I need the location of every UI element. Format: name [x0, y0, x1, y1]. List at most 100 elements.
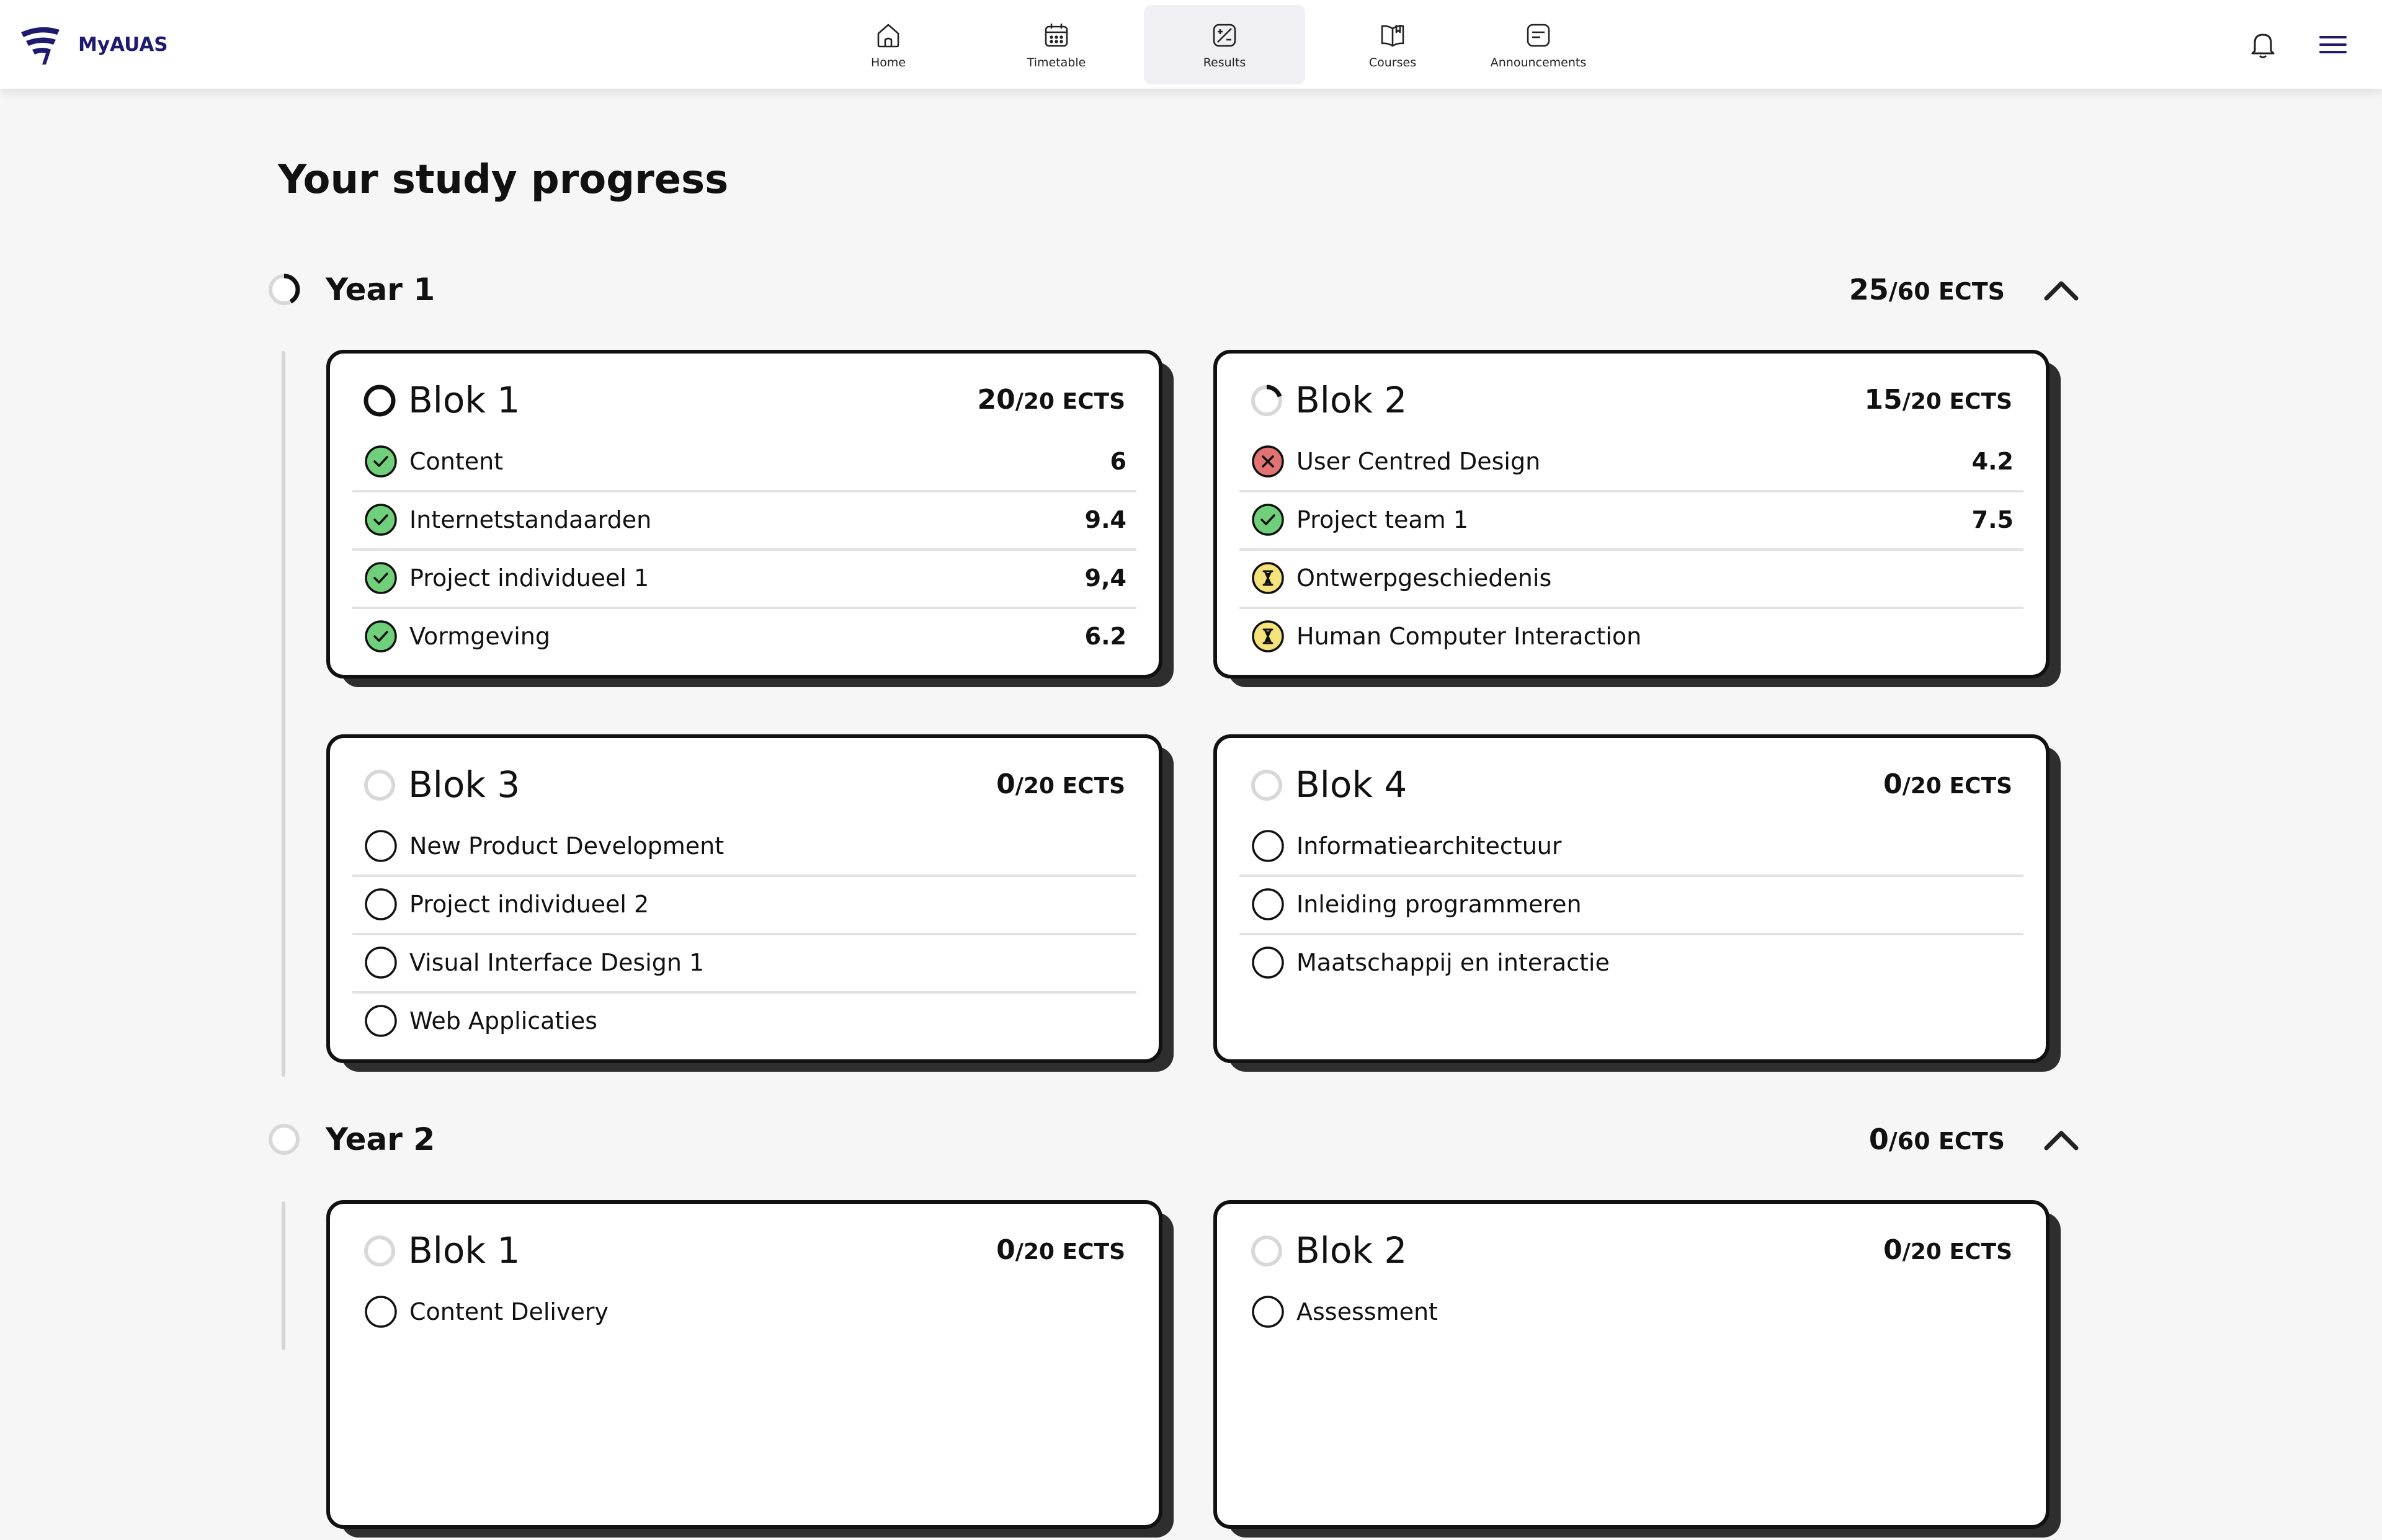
bell-icon[interactable]: [2246, 27, 2280, 62]
ects-earned: 0: [1868, 1123, 1889, 1156]
course-name: Web Applicaties: [409, 1007, 598, 1035]
ring-track: [269, 1124, 300, 1155]
results-icon: [1213, 24, 1236, 47]
page-title: Your study progress: [278, 157, 729, 203]
card-body: Blok 2 0/20 ECTS Assessment: [1213, 1200, 2050, 1529]
chevron-up-icon[interactable]: [2041, 272, 2081, 307]
block-ects: 0/20 ECTS: [1883, 757, 2012, 818]
course-row[interactable]: Inleiding programmeren: [1239, 877, 2023, 935]
year-title: Year 1: [326, 272, 435, 308]
chevron-up-icon[interactable]: [2041, 1122, 2081, 1157]
status-not-started-icon: [365, 1296, 397, 1328]
course-name: Maatschappij en interactie: [1296, 949, 1610, 976]
course-name: Informatiearchitectuur: [1296, 832, 1562, 860]
ring-track: [1251, 770, 1282, 801]
block-title: Blok 2: [1295, 1229, 1407, 1271]
course-name: Project individueel 2: [409, 891, 649, 918]
ects-earned: 25: [1849, 273, 1889, 306]
ects-earned: 0: [1883, 1234, 1902, 1266]
course-list: User Centred Design 4.2 Project team 1 7.5 O…: [1239, 434, 2023, 665]
course-name: Project team 1: [1296, 506, 1468, 533]
status-passed-icon: [365, 562, 397, 594]
ects-total: /20 ECTS: [1015, 1239, 1125, 1265]
year-ects: 25/60 ECTS: [1849, 265, 2005, 321]
book-icon: [1381, 25, 1404, 47]
course-list: Content Delivery: [352, 1284, 1136, 1340]
ring-track: [1251, 1235, 1282, 1266]
year-title: Year 2: [326, 1121, 435, 1157]
nav-timetable[interactable]: Timetable: [976, 5, 1137, 84]
course-row[interactable]: Internetstandaarden 9.4: [352, 492, 1136, 551]
block-ects: 0/20 ECTS: [996, 1222, 1125, 1284]
card-body: Blok 2 15/20 ECTS User Centred Design 4.2…: [1213, 350, 2050, 679]
home-icon: [877, 24, 899, 48]
course-row[interactable]: Assessment: [1239, 1284, 2023, 1340]
ects-total: /20 ECTS: [1902, 389, 2012, 414]
course-name: Content Delivery: [409, 1298, 609, 1325]
course-row[interactable]: Vormgeving 6.2: [352, 609, 1136, 665]
year-header[interactable]: Year 1 25/60 ECTS: [267, 265, 2115, 314]
course-row[interactable]: Informatiearchitectuur: [1239, 819, 2023, 877]
ects-total: /20 ECTS: [1015, 389, 1125, 414]
nav-label: Results: [1203, 56, 1246, 69]
course-row[interactable]: Project individueel 1 9,4: [352, 551, 1136, 609]
block-card: Blok 1 20/20 ECTS Content 6 Internetstanda…: [326, 350, 1176, 690]
course-row[interactable]: Maatschappij en interactie: [1239, 935, 2023, 991]
status-passed-icon: [1252, 504, 1284, 536]
top-navigation-bar: MyAUAS Home Timetable Results Courses An…: [0, 0, 2382, 89]
block-title: Blok 3: [408, 763, 520, 806]
ects-total: /20 ECTS: [1015, 773, 1125, 799]
timeline-line: [282, 351, 285, 1077]
status-passed-icon: [365, 445, 397, 478]
course-grade: 9.4: [1084, 506, 1126, 533]
course-row[interactable]: Web Applicaties: [352, 994, 1136, 1049]
course-row[interactable]: Visual Interface Design 1: [352, 935, 1136, 994]
progress-ring-icon: [364, 770, 395, 801]
course-list: Assessment: [1239, 1284, 2023, 1340]
course-name: New Product Development: [409, 832, 725, 860]
course-name: Inleiding programmeren: [1296, 891, 1582, 918]
course-row[interactable]: Project team 1 7.5: [1239, 492, 2023, 551]
status-not-started-icon: [1252, 888, 1284, 920]
nav-label: Courses: [1368, 56, 1417, 69]
nav-announcements[interactable]: Announcements: [1458, 5, 1619, 84]
course-list: Content 6 Internetstandaarden 9.4 Project in…: [352, 434, 1136, 665]
ring-track: [364, 770, 395, 801]
course-row[interactable]: New Product Development: [352, 819, 1136, 877]
card-body: Blok 1 0/20 ECTS Content Delivery: [326, 1200, 1162, 1529]
block-header: Blok 4 0/20 ECTS: [1249, 757, 2012, 812]
ects-earned: 0: [996, 1234, 1015, 1266]
nav-results[interactable]: Results: [1144, 5, 1305, 84]
nav-home[interactable]: Home: [808, 5, 969, 84]
year-header[interactable]: Year 2 0/60 ECTS: [267, 1115, 2115, 1164]
course-name: Project individueel 1: [409, 564, 649, 592]
course-row[interactable]: Content Delivery: [352, 1284, 1136, 1340]
status-passed-icon: [365, 504, 397, 536]
course-row[interactable]: Project individueel 2: [352, 877, 1136, 935]
block-header: Blok 3 0/20 ECTS: [362, 757, 1125, 812]
block-header: Blok 1 20/20 ECTS: [362, 372, 1125, 428]
block-card: Blok 2 0/20 ECTS Assessment: [1213, 1200, 2063, 1540]
course-grade: 9,4: [1084, 564, 1126, 592]
nav-courses[interactable]: Courses: [1312, 5, 1473, 84]
ects-earned: 20: [977, 384, 1015, 416]
course-grade: 4.2: [1971, 448, 2014, 475]
block-header: Blok 1 0/20 ECTS: [362, 1222, 1125, 1278]
course-name: Internetstandaarden: [409, 506, 652, 533]
block-title: Blok 1: [408, 1229, 520, 1271]
status-not-started-icon: [365, 888, 397, 920]
block-card: Blok 2 15/20 ECTS User Centred Design 4.2…: [1213, 350, 2063, 690]
progress-ring-icon: [269, 1124, 300, 1155]
course-row[interactable]: Content 6: [352, 434, 1136, 492]
block-ects: 0/20 ECTS: [1883, 1222, 2012, 1284]
timeline-line: [282, 1201, 285, 1350]
hamburger-menu-icon[interactable]: [2316, 27, 2350, 62]
block-title: Blok 1: [408, 379, 520, 421]
status-pending-icon: [1252, 620, 1284, 652]
course-name: Ontwerpgeschiedenis: [1296, 564, 1552, 592]
nav-label: Timetable: [1027, 56, 1086, 69]
course-row[interactable]: Ontwerpgeschiedenis: [1239, 551, 2023, 609]
course-row[interactable]: Human Computer Interaction: [1239, 609, 2023, 665]
course-row[interactable]: User Centred Design 4.2: [1239, 434, 2023, 492]
main-nav: Home Timetable Results Courses Announcem…: [0, 5, 2382, 84]
